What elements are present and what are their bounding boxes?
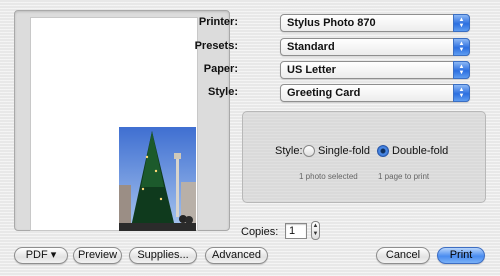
cancel-button[interactable]: Cancel [376,247,430,264]
style-popup[interactable]: Greeting Card ▲ ▼ [280,84,470,102]
single-fold-radio[interactable] [303,145,315,157]
up-down-arrows-icon: ▲ ▼ [453,61,470,79]
photos-selected-text: 1 photo selected [299,172,358,181]
single-fold-label[interactable]: Single-fold [318,145,370,157]
style-options-label: Style: [275,145,303,157]
printer-label: Printer: [198,16,238,28]
double-fold-radio[interactable] [377,145,389,157]
double-fold-label[interactable]: Double-fold [392,145,448,157]
style-value: Greeting Card [287,87,361,99]
copies-label: Copies: [241,226,279,238]
copies-value: 1 [289,225,296,237]
printer-popup[interactable]: Stylus Photo 870 ▲ ▼ [280,14,470,32]
up-down-arrows-icon: ▲ ▼ [453,84,470,102]
copies-field[interactable]: 1 [285,223,307,239]
stepper-arrows-icon[interactable]: ▲ ▼ [311,221,320,240]
style-options-group [242,111,486,203]
preview-button[interactable]: Preview [73,247,122,264]
printer-value: Stylus Photo 870 [287,17,376,29]
up-down-arrows-icon: ▲ ▼ [453,14,470,32]
style-label: Style: [208,86,238,98]
pages-to-print-text: 1 page to print [378,172,430,181]
photo-thumbnail [119,127,196,231]
up-down-arrows-icon: ▲ ▼ [453,38,470,56]
print-button[interactable]: Print [437,247,485,264]
presets-popup[interactable]: Standard ▲ ▼ [280,38,470,56]
presets-label: Presets: [194,40,238,52]
pdf-button[interactable]: PDF ▾ [14,247,68,264]
advanced-button[interactable]: Advanced [205,247,268,264]
supplies-button[interactable]: Supplies... [129,247,197,264]
paper-value: US Letter [287,64,336,76]
paper-label: Paper: [203,63,238,75]
paper-popup[interactable]: US Letter ▲ ▼ [280,61,470,79]
presets-value: Standard [287,41,335,53]
